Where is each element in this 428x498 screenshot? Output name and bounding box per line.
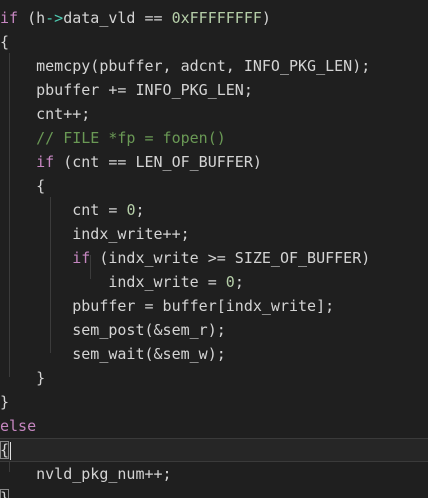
arrow-operator: -> xyxy=(45,9,64,27)
code-line-18[interactable]: else xyxy=(0,414,428,438)
code-line-11[interactable]: if (indx_write >= SIZE_OF_BUFFER) xyxy=(0,246,428,270)
code-text: } xyxy=(0,369,46,387)
code-text: (h xyxy=(18,9,46,27)
code-line-21[interactable]: } xyxy=(0,486,428,498)
code-text: sem_wait(&sem_w); xyxy=(0,345,226,363)
code-line-2[interactable]: { xyxy=(0,30,428,54)
code-text: nvld_pkg_num++; xyxy=(0,465,172,483)
code-comment: // FILE *fp = fopen() xyxy=(0,129,226,147)
code-text: indx_write++; xyxy=(0,225,190,243)
code-editor[interactable]: if (h->data_vld == 0xFFFFFFFF) { memcpy(… xyxy=(0,0,428,498)
code-text: pbuffer = buffer[indx_write]; xyxy=(0,297,335,315)
code-line-3[interactable]: memcpy(pbuffer, adcnt, INFO_PKG_LEN); xyxy=(0,54,428,78)
code-line-6[interactable]: // FILE *fp = fopen() xyxy=(0,126,428,150)
text-cursor xyxy=(10,441,12,460)
code-text: ) xyxy=(261,9,271,27)
code-line-14[interactable]: sem_post(&sem_r); xyxy=(0,318,428,342)
code-line-19-current[interactable]: { xyxy=(0,438,428,462)
code-text: cnt = xyxy=(0,201,127,219)
code-text: ; xyxy=(234,273,244,291)
code-text: sem_post(&sem_r); xyxy=(0,321,226,339)
code-line-13[interactable]: pbuffer = buffer[indx_write]; xyxy=(0,294,428,318)
code-text: cnt++; xyxy=(0,105,91,123)
keyword-if: if xyxy=(72,249,91,267)
code-line-17[interactable]: } xyxy=(0,390,428,414)
code-text: data_vld == xyxy=(63,9,172,27)
code-text: } xyxy=(0,393,10,411)
keyword-if: if xyxy=(0,9,19,27)
code-text: { xyxy=(0,177,46,195)
code-text: indx_write = xyxy=(0,273,226,291)
code-line-4[interactable]: pbuffer += INFO_PKG_LEN; xyxy=(0,78,428,102)
code-line-15[interactable]: sem_wait(&sem_w); xyxy=(0,342,428,366)
keyword-if: if xyxy=(36,153,55,171)
code-line-1[interactable]: if (h->data_vld == 0xFFFFFFFF) xyxy=(0,6,428,30)
code-line-20[interactable]: nvld_pkg_num++; xyxy=(0,462,428,486)
code-text: pbuffer += INFO_PKG_LEN; xyxy=(0,81,253,99)
code-line-12[interactable]: indx_write = 0; xyxy=(0,270,428,294)
code-line-5[interactable]: cnt++; xyxy=(0,102,428,126)
code-line-10[interactable]: indx_write++; xyxy=(0,222,428,246)
code-text: { xyxy=(0,33,10,51)
code-line-9[interactable]: cnt = 0; xyxy=(0,198,428,222)
number-literal: 0xFFFFFFFF xyxy=(171,9,262,27)
code-text: memcpy(pbuffer, adcnt, INFO_PKG_LEN); xyxy=(0,57,371,75)
matched-brace-open: { xyxy=(0,441,10,459)
number-literal: 0 xyxy=(225,273,235,291)
code-line-7[interactable]: if (cnt == LEN_OF_BUFFER) xyxy=(0,150,428,174)
code-text: (cnt == LEN_OF_BUFFER) xyxy=(54,153,262,171)
matched-brace-close: } xyxy=(0,489,10,498)
keyword-else: else xyxy=(0,417,37,435)
code-line-16[interactable]: } xyxy=(0,366,428,390)
code-text: (indx_write >= SIZE_OF_BUFFER) xyxy=(90,249,371,267)
code-text: ; xyxy=(135,201,145,219)
code-line-8[interactable]: { xyxy=(0,174,428,198)
